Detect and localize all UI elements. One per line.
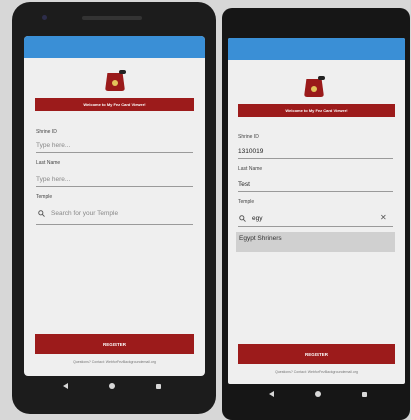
last-name-underline (238, 191, 393, 192)
home-icon[interactable] (314, 391, 321, 397)
shrine-id-underline (36, 152, 193, 153)
last-name-underline (36, 186, 193, 187)
recent-apps-icon[interactable] (362, 391, 368, 397)
fez-logo-icon (105, 70, 127, 92)
shrine-id-underline (238, 158, 393, 159)
screen-right: Welcome to My Fez Card Viewer! Shrine ID… (228, 38, 405, 384)
welcome-banner: Welcome to My Fez Card Viewer! (35, 98, 194, 111)
back-icon[interactable] (62, 383, 68, 389)
nav-bar (248, 388, 388, 400)
shrine-id-label: Shrine ID (238, 134, 259, 140)
temple-search-input[interactable]: Search for your Temple (51, 210, 118, 217)
register-button[interactable]: REGISTER (35, 334, 194, 354)
welcome-banner: Welcome to My Fez Card Viewer! (238, 104, 395, 117)
contact-footer: Questions? Contact: WebforFezBackgrounde… (275, 370, 358, 374)
fez-logo-icon (304, 76, 326, 98)
screen-left: Welcome to My Fez Card Viewer! Shrine ID… (24, 36, 205, 376)
nav-bar (42, 380, 182, 392)
home-icon[interactable] (108, 383, 115, 389)
temple-underline (238, 226, 393, 227)
contact-footer: Questions? Contact: WebforFezBackgrounde… (73, 360, 156, 364)
speaker (82, 16, 142, 20)
recent-apps-icon[interactable] (156, 383, 162, 389)
last-name-label: Last Name (36, 160, 61, 166)
phone-right: Welcome to My Fez Card Viewer! Shrine ID… (222, 8, 410, 420)
temple-suggestion[interactable]: Egypt Shriners (236, 232, 395, 252)
temple-label: Temple (238, 199, 255, 205)
search-icon (38, 210, 45, 217)
app-bar (24, 36, 205, 58)
phone-left: Welcome to My Fez Card Viewer! Shrine ID… (12, 2, 216, 414)
last-name-label: Last Name (238, 166, 263, 172)
front-camera (42, 15, 47, 20)
last-name-field[interactable]: Test (238, 181, 250, 188)
register-button[interactable]: REGISTER (238, 344, 395, 364)
search-icon (239, 215, 246, 222)
close-icon[interactable]: ✕ (380, 213, 387, 222)
back-icon[interactable] (268, 391, 274, 397)
temple-search-input[interactable]: egy (252, 215, 262, 222)
app-bar (228, 38, 405, 60)
last-name-field[interactable]: Type here... (36, 176, 70, 183)
temple-label: Temple (36, 194, 53, 200)
shrine-id-field[interactable]: Type here... (36, 142, 70, 149)
shrine-id-label: Shrine ID (36, 129, 57, 135)
temple-underline (36, 224, 193, 225)
shrine-id-field[interactable]: 1310019 (238, 148, 263, 155)
